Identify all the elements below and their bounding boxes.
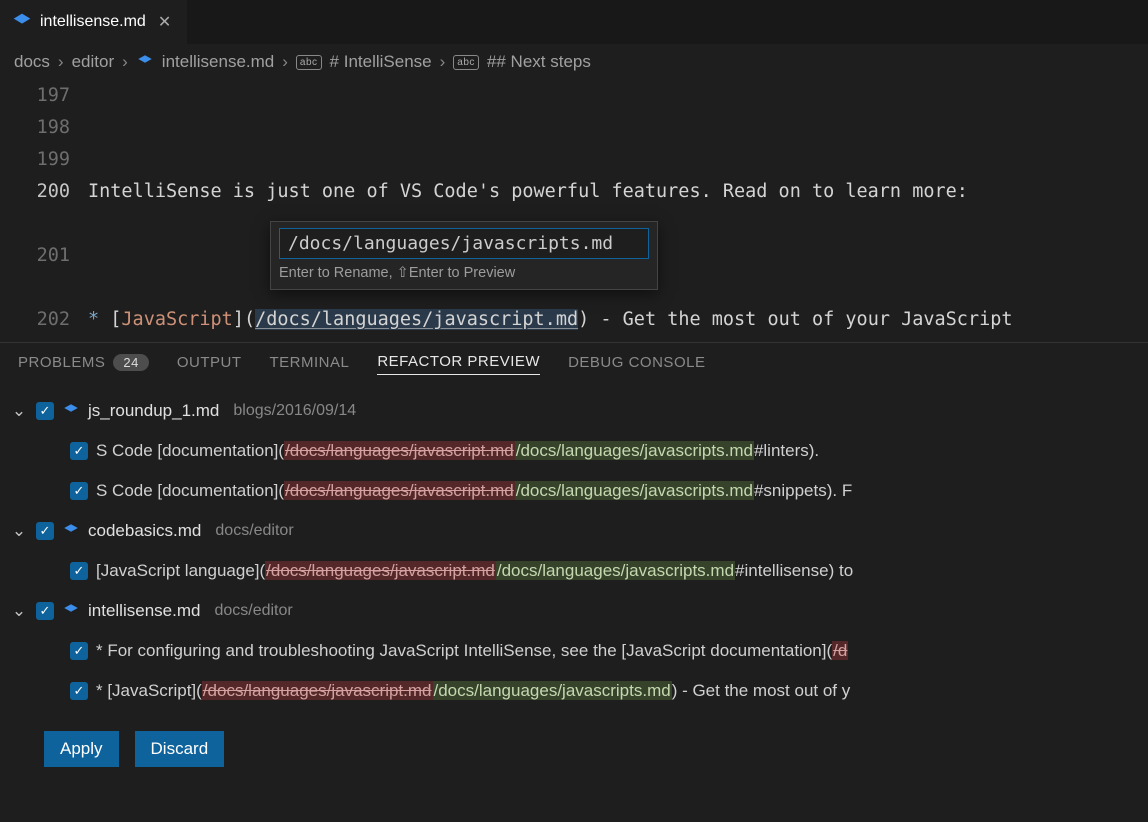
- deleted-text: /docs/languages/javascript.md: [265, 561, 496, 580]
- markdown-icon: [136, 53, 154, 71]
- change-text: S Code [documentation](/docs/languages/j…: [96, 431, 819, 471]
- file-group[interactable]: ⌄ ✓ intellisense.md docs/editor: [10, 591, 1138, 631]
- checkbox-icon[interactable]: ✓: [36, 602, 54, 620]
- panel-tab-bar: PROBLEMS 24 OUTPUT TERMINAL REFACTOR PRE…: [0, 343, 1148, 385]
- tab-debug-console[interactable]: DEBUG CONSOLE: [568, 354, 705, 375]
- breadcrumb-item[interactable]: docs: [14, 52, 50, 72]
- symbol-string-icon: abc: [296, 55, 322, 70]
- file-name: codebasics.md: [88, 511, 201, 551]
- change-text: S Code [documentation](/docs/languages/j…: [96, 471, 852, 511]
- refactor-actions: Apply Discard: [0, 723, 1148, 785]
- added-text: /docs/languages/javascripts.md: [515, 481, 754, 500]
- tab-terminal[interactable]: TERMINAL: [270, 354, 350, 375]
- checkbox-icon[interactable]: ✓: [70, 642, 88, 660]
- change-item[interactable]: ✓ * For configuring and troubleshooting J…: [10, 631, 1138, 671]
- chevron-right-icon: ›: [58, 52, 64, 72]
- tab-title: intellisense.md: [40, 13, 146, 31]
- rename-input[interactable]: [279, 228, 649, 259]
- deleted-text: /docs/languages/javascript.md: [284, 481, 515, 500]
- problems-count-badge: 24: [113, 354, 148, 371]
- markdown-icon: [62, 522, 80, 540]
- checkbox-icon[interactable]: ✓: [70, 442, 88, 460]
- chevron-right-icon: ›: [282, 52, 288, 72]
- breadcrumb-item[interactable]: ## Next steps: [487, 52, 591, 72]
- rename-popup: Enter to Rename, ⇧Enter to Preview: [270, 221, 658, 290]
- breadcrumb-item[interactable]: # IntelliSense: [330, 52, 432, 72]
- change-item[interactable]: ✓ [JavaScript language](/docs/languages/j…: [10, 551, 1138, 591]
- file-path: docs/editor: [215, 511, 293, 551]
- checkbox-icon[interactable]: ✓: [70, 482, 88, 500]
- chevron-down-icon[interactable]: ⌄: [10, 391, 28, 431]
- tab-refactor-preview[interactable]: REFACTOR PREVIEW: [377, 353, 540, 375]
- tab-problems[interactable]: PROBLEMS 24: [18, 354, 149, 375]
- checkbox-icon[interactable]: ✓: [70, 562, 88, 580]
- change-item[interactable]: ✓ S Code [documentation](/docs/languages/…: [10, 431, 1138, 471]
- chevron-right-icon: ›: [122, 52, 128, 72]
- added-text: /docs/languages/javascripts.md: [515, 441, 754, 460]
- markdown-icon: [12, 12, 32, 32]
- discard-button[interactable]: Discard: [135, 731, 225, 767]
- added-text: /docs/languages/javascripts.md: [433, 681, 672, 700]
- chevron-right-icon: ›: [440, 52, 446, 72]
- change-text: [JavaScript language](/docs/languages/ja…: [96, 551, 853, 591]
- checkbox-icon[interactable]: ✓: [36, 402, 54, 420]
- markdown-icon: [62, 402, 80, 420]
- chevron-down-icon[interactable]: ⌄: [10, 511, 28, 551]
- symbol-string-icon: abc: [453, 55, 479, 70]
- change-text: * For configuring and troubleshooting Ja…: [96, 631, 848, 671]
- code-editor[interactable]: 197 198 199 200 201 202 203 IntelliSense…: [0, 80, 1148, 342]
- change-item[interactable]: ✓ S Code [documentation](/docs/languages/…: [10, 471, 1138, 511]
- breadcrumb-item[interactable]: intellisense.md: [162, 52, 274, 72]
- rename-hint: Enter to Rename, ⇧Enter to Preview: [279, 259, 649, 281]
- deleted-text: /docs/languages/javascript.md: [202, 681, 433, 700]
- checkbox-icon[interactable]: ✓: [36, 522, 54, 540]
- editor-tab-intellisense[interactable]: intellisense.md ✕: [0, 0, 187, 44]
- breadcrumb-item[interactable]: editor: [72, 52, 115, 72]
- file-group[interactable]: ⌄ ✓ js_roundup_1.md blogs/2016/09/14: [10, 391, 1138, 431]
- line-number-gutter: 197 198 199 200 201 202 203: [0, 80, 88, 342]
- breadcrumb[interactable]: docs › editor › intellisense.md › abc # …: [0, 44, 1148, 80]
- file-group[interactable]: ⌄ ✓ codebasics.md docs/editor: [10, 511, 1138, 551]
- deleted-text: /docs/languages/javascript.md: [284, 441, 515, 460]
- markdown-icon: [62, 602, 80, 620]
- checkbox-icon[interactable]: ✓: [70, 682, 88, 700]
- bottom-panel: PROBLEMS 24 OUTPUT TERMINAL REFACTOR PRE…: [0, 342, 1148, 785]
- apply-button[interactable]: Apply: [44, 731, 119, 767]
- tab-bar: intellisense.md ✕: [0, 0, 1148, 44]
- refactor-tree[interactable]: ⌄✓js_roundup_1.mdblogs/2016/09/14✓S Code…: [0, 385, 1148, 723]
- chevron-down-icon[interactable]: ⌄: [10, 591, 28, 631]
- close-icon[interactable]: ✕: [154, 10, 175, 34]
- change-item[interactable]: ✓ * [JavaScript](/docs/languages/javascri…: [10, 671, 1138, 711]
- file-path: docs/editor: [214, 591, 292, 631]
- deleted-text: /d: [832, 641, 848, 660]
- added-text: /docs/languages/javascripts.md: [496, 561, 735, 580]
- code-content[interactable]: IntelliSense is just one of VS Code's po…: [88, 80, 1148, 342]
- file-name: js_roundup_1.md: [88, 391, 219, 431]
- file-name: intellisense.md: [88, 591, 200, 631]
- file-path: blogs/2016/09/14: [233, 391, 356, 431]
- change-text: * [JavaScript](/docs/languages/javascrip…: [96, 671, 850, 711]
- tab-output[interactable]: OUTPUT: [177, 354, 242, 375]
